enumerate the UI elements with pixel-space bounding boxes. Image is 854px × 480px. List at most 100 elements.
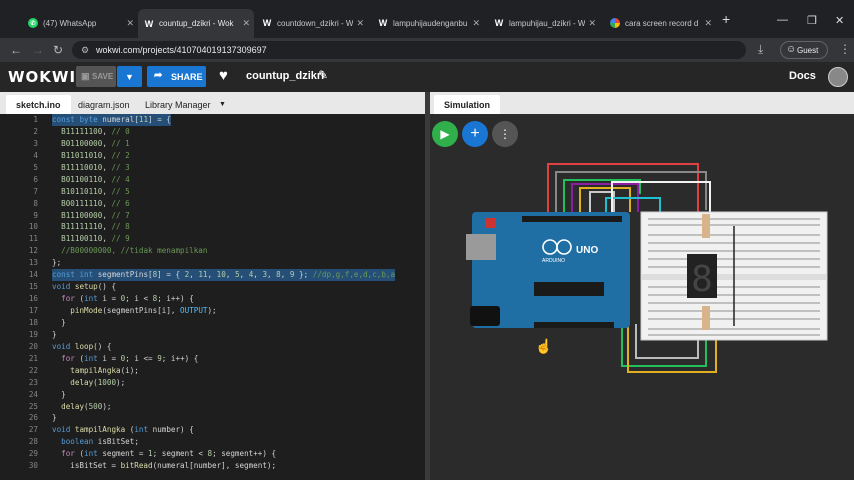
- close-icon[interactable]: ✕: [242, 18, 250, 29]
- code-line[interactable]: 15 void setup() {: [0, 281, 425, 293]
- close-icon[interactable]: ✕: [588, 18, 596, 29]
- more-icon: ⋮: [499, 127, 511, 141]
- share-button[interactable]: ➦ SHARE: [147, 66, 206, 87]
- code-line[interactable]: 1 const byte numeral[11] = {: [0, 114, 425, 126]
- new-tab-button[interactable]: +: [722, 11, 730, 27]
- restore-icon[interactable]: ❐: [807, 14, 817, 27]
- circuit-canvas[interactable]: UNO ARDUINO 8: [430, 154, 854, 480]
- code-line[interactable]: 20 void loop() {: [0, 341, 425, 353]
- play-icon: ▶: [440, 127, 450, 141]
- code-line[interactable]: 30 isBitSet = bitRead(numeral[number], s…: [0, 460, 425, 472]
- wokwi-icon: W: [144, 18, 154, 29]
- tab-library-manager[interactable]: Library Manager: [135, 95, 221, 114]
- line-number: 21: [28, 353, 38, 363]
- arduino-uno-board[interactable]: UNO ARDUINO: [466, 212, 630, 328]
- docs-link[interactable]: Docs: [789, 70, 816, 82]
- save-dropdown-button[interactable]: ▼: [117, 66, 142, 87]
- browser-tab-lampuhijau[interactable]: W lampuhijau_dzikri - W ✕: [488, 12, 600, 34]
- code-line[interactable]: 14 const int segmentPins[8] = { 2, 11, 10…: [0, 269, 425, 282]
- line-number: 22: [28, 365, 38, 375]
- code-line[interactable]: 12 //B00000000, //tidak menampilkan: [0, 245, 425, 257]
- wokwi-header: WOKWI ▣ SAVE ▼ ➦ SHARE ♥ countup_dzikri …: [0, 62, 854, 92]
- chevron-down-icon: ▼: [125, 71, 134, 82]
- code-line[interactable]: 5 B11110010, // 3: [0, 162, 425, 174]
- code-line[interactable]: 21 for (int i = 0; i <= 9; i++) {: [0, 353, 425, 365]
- code-line[interactable]: 8 B00111110, // 6: [0, 198, 425, 210]
- seven-segment-digit: 8: [691, 259, 713, 300]
- close-icon[interactable]: ✕: [356, 18, 364, 29]
- forward-icon[interactable]: →: [32, 43, 44, 57]
- code-line[interactable]: 28 boolean isBitSet;: [0, 436, 425, 448]
- save-button[interactable]: ▣ SAVE: [76, 66, 116, 87]
- back-icon[interactable]: ←: [10, 43, 22, 57]
- browser-tab-lampuhijaudenganbu[interactable]: W lampuhijaudenganbu ✕: [372, 12, 484, 34]
- close-icon[interactable]: ✕: [126, 18, 134, 29]
- line-number: 6: [33, 174, 38, 184]
- site-info-icon[interactable]: ⚙: [81, 45, 89, 56]
- more-options-button[interactable]: ⋮: [492, 121, 518, 147]
- code-line[interactable]: 18 }: [0, 317, 425, 329]
- code-line[interactable]: 16 for (int i = 0; i < 8; i++) {: [0, 293, 425, 305]
- line-number: 25: [28, 401, 38, 411]
- url-input[interactable]: ⚙ wokwi.com/projects/410704019137309697: [72, 41, 746, 59]
- code-line[interactable]: 6 B01100110, // 4: [0, 174, 425, 186]
- wokwi-icon: W: [262, 18, 272, 28]
- download-icon[interactable]: ⤓: [758, 42, 763, 57]
- line-number: 7: [33, 186, 38, 196]
- profile-button[interactable]: ☺ Guest: [780, 41, 828, 59]
- breadboard[interactable]: 8: [640, 211, 828, 341]
- code-editor-panel: sketch.ino diagram.json Library Manager …: [0, 92, 425, 480]
- code-line[interactable]: 7 B10110110, // 5: [0, 186, 425, 198]
- digital-header: [522, 216, 622, 222]
- menu-icon[interactable]: ⋮: [839, 42, 851, 56]
- code-line[interactable]: 23 delay(1000);: [0, 377, 425, 389]
- line-number: 15: [28, 282, 38, 292]
- project-name[interactable]: countup_dzikri: [246, 70, 324, 82]
- browser-tab-countdown[interactable]: W countdown_dzikri - W ✕: [256, 12, 368, 34]
- microcontroller-chip: [534, 282, 604, 296]
- code-line[interactable]: 4 B11011010, // 2: [0, 150, 425, 162]
- code-line[interactable]: 11 B11100110, // 9: [0, 233, 425, 245]
- code-line[interactable]: 29 for (int segment = 1; segment < 8; se…: [0, 448, 425, 460]
- start-simulation-button[interactable]: ▶: [432, 121, 458, 147]
- code-line[interactable]: 22 tampilAngka(i);: [0, 365, 425, 377]
- reload-icon[interactable]: ↻: [53, 43, 63, 57]
- tab-sketch-ino[interactable]: sketch.ino: [6, 95, 71, 114]
- code-line[interactable]: 27 void tampilAngka (int number) {: [0, 424, 425, 436]
- code-line[interactable]: 3 B01100000, // 1: [0, 138, 425, 150]
- code-line[interactable]: 9 B11100000, // 7: [0, 210, 425, 222]
- code-line[interactable]: 25 delay(500);: [0, 401, 425, 413]
- add-part-button[interactable]: +: [462, 121, 488, 147]
- close-icon[interactable]: ✕: [472, 18, 480, 29]
- reset-button: [486, 218, 496, 228]
- line-number: 4: [33, 150, 38, 160]
- browser-tab-countup[interactable]: W countup_dzikri - Wok ✕: [138, 9, 254, 38]
- code-line[interactable]: 26}: [0, 412, 425, 424]
- code-area[interactable]: 1 const byte numeral[11] = { 2 B11111100,…: [0, 114, 425, 480]
- line-number: 9: [33, 210, 38, 220]
- browser-tab-whatsapp[interactable]: ✆ (47) WhatsApp ✕: [22, 12, 138, 34]
- code-line[interactable]: 10 B11111110, // 8: [0, 221, 425, 233]
- power-jack: [470, 306, 500, 326]
- avatar[interactable]: [828, 67, 848, 87]
- window-close-icon[interactable]: ✕: [835, 14, 844, 27]
- tab-label: lampuhijaudenganbu: [393, 18, 468, 28]
- code-line[interactable]: 13};: [0, 257, 425, 269]
- line-number: 20: [28, 341, 38, 351]
- tab-diagram-json[interactable]: diagram.json: [68, 95, 140, 114]
- pencil-icon[interactable]: ✎: [318, 68, 328, 82]
- code-line[interactable]: 24 }: [0, 389, 425, 401]
- tab-simulation[interactable]: Simulation: [434, 95, 501, 114]
- code-line[interactable]: 17 pinMode(segmentPins[i], OUTPUT);: [0, 305, 425, 317]
- address-bar-row: ← → ↻ ⚙ wokwi.com/projects/4107040191373…: [0, 38, 854, 62]
- minimize-icon[interactable]: —: [777, 14, 788, 26]
- close-icon[interactable]: ✕: [704, 18, 712, 29]
- heart-icon[interactable]: ♥: [219, 67, 228, 84]
- code-line[interactable]: 2 B11111100, // 0: [0, 126, 425, 138]
- google-icon: [610, 18, 620, 28]
- chevron-down-icon[interactable]: ▼: [209, 95, 236, 114]
- wokwi-logo[interactable]: WOKWI: [8, 68, 76, 86]
- code-line[interactable]: 19}: [0, 329, 425, 341]
- line-number: 10: [28, 222, 38, 232]
- browser-tab-screen-record[interactable]: cara screen record d ✕: [604, 12, 716, 34]
